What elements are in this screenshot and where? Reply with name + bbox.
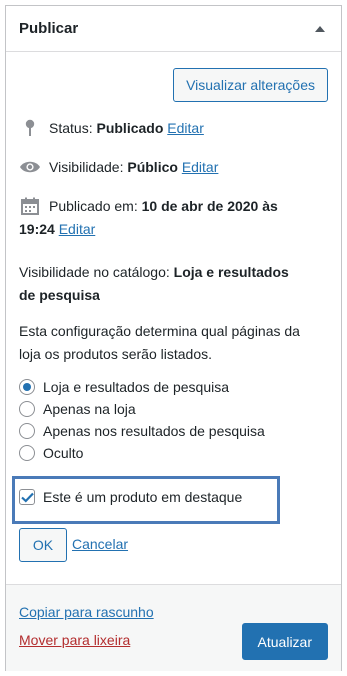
option-shop-only[interactable]: Apenas na loja [19,398,136,419]
published-edit-link[interactable]: Editar [59,219,96,239]
publish-panel: Publicar Visualizar alterações Status: P… [5,5,342,671]
preview-wrap: Visualizar alterações [6,52,341,102]
radio-search-only[interactable] [19,422,35,439]
visibility-value: Público [127,159,178,175]
ok-button[interactable]: OK [19,528,67,562]
option-label: Oculto [43,444,84,461]
radio-shop-and-search[interactable] [19,378,35,395]
featured-checkbox[interactable] [19,489,35,505]
published-label: Publicado em: [49,198,138,214]
visibility-row: Visibilidade: Público Editar [19,157,218,177]
preview-changes-button[interactable]: Visualizar alterações [173,68,328,102]
catalog-value-1: Loja e resultados [173,264,289,280]
published-time: 19:24 [19,221,55,237]
description-line1: Esta configuração determina qual páginas… [19,323,300,339]
collapse-toggle-icon[interactable] [315,25,325,32]
catalog-visibility: Visibilidade no catálogo: Loja e resulta… [19,261,334,307]
featured-row[interactable]: Este é um produto em destaque [19,489,242,505]
status-value: Publicado [96,120,164,136]
status-row: Status: Publicado Editar [19,118,204,138]
option-label: Apenas nos resultados de pesquisa [43,422,265,439]
status-label: Status: [49,120,93,136]
catalog-value-2: de pesquisa [19,287,100,303]
featured-label: Este é um produto em destaque [43,489,243,505]
copy-to-draft-link[interactable]: Copiar para rascunho [19,604,154,620]
option-label: Apenas na loja [43,400,136,417]
description-line2: loja os produtos serão listados. [19,346,212,362]
catalog-label: Visibilidade no catálogo: [19,264,170,280]
option-hidden[interactable]: Oculto [19,442,83,463]
cancel-link[interactable]: Cancelar [72,536,128,552]
eye-icon [19,160,41,174]
published-date: 10 de abr de 2020 às [141,198,278,214]
status-edit-link[interactable]: Editar [167,118,204,138]
pin-icon [19,119,41,137]
option-shop-and-search[interactable]: Loja e resultados de pesquisa [19,376,229,397]
visibility-label: Visibilidade: [49,159,124,175]
radio-shop-only[interactable] [19,400,35,417]
radio-hidden[interactable] [19,444,35,461]
major-publishing-actions: Copiar para rascunho Mover para lixeira … [6,584,341,671]
option-label: Loja e resultados de pesquisa [43,378,230,395]
update-button[interactable]: Atualizar [241,623,328,660]
calendar-icon [19,197,41,215]
move-to-trash-link[interactable]: Mover para lixeira [19,632,130,648]
option-search-only[interactable]: Apenas nos resultados de pesquisa [19,420,265,441]
checkmark-icon [20,492,34,503]
catalog-description: Esta configuração determina qual páginas… [19,320,334,366]
panel-header[interactable]: Publicar [6,6,341,52]
panel-title: Publicar [19,20,79,37]
published-row-2: 19:24 Editar [19,219,95,239]
visibility-edit-link[interactable]: Editar [182,157,219,177]
published-row: Publicado em: 10 de abr de 2020 às [19,196,278,216]
